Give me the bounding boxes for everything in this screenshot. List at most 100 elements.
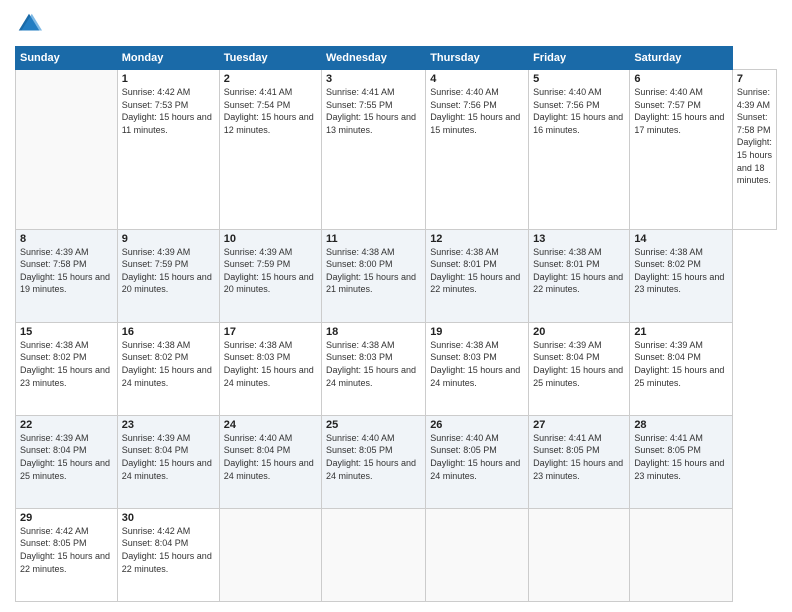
day-number: 22 [20,419,113,431]
col-header-thursday: Thursday [426,47,529,70]
day-info: Sunrise: 4:38 AMSunset: 8:01 PMDaylight:… [533,246,625,296]
day-number: 12 [430,233,524,245]
day-info: Sunrise: 4:39 AMSunset: 8:04 PMDaylight:… [634,339,728,389]
calendar-cell: 5 Sunrise: 4:40 AMSunset: 7:56 PMDayligh… [529,70,630,230]
day-number: 2 [224,73,317,85]
day-number: 6 [634,73,728,85]
day-number: 25 [326,419,421,431]
col-header-wednesday: Wednesday [321,47,425,70]
day-number: 9 [122,233,215,245]
calendar-cell: 13 Sunrise: 4:38 AMSunset: 8:01 PMDaylig… [529,229,630,322]
day-number: 21 [634,326,728,338]
calendar-cell: 8 Sunrise: 4:39 AMSunset: 7:58 PMDayligh… [16,229,118,322]
day-info: Sunrise: 4:39 AMSunset: 8:04 PMDaylight:… [20,432,113,482]
day-number: 4 [430,73,524,85]
day-info: Sunrise: 4:38 AMSunset: 8:03 PMDaylight:… [430,339,524,389]
col-header-saturday: Saturday [630,47,733,70]
empty-cell [16,70,118,230]
calendar-cell: 22 Sunrise: 4:39 AMSunset: 8:04 PMDaylig… [16,415,118,508]
calendar-cell: 20 Sunrise: 4:39 AMSunset: 8:04 PMDaylig… [529,322,630,415]
calendar-cell: 21 Sunrise: 4:39 AMSunset: 8:04 PMDaylig… [630,322,733,415]
calendar-cell: 16 Sunrise: 4:38 AMSunset: 8:02 PMDaylig… [117,322,219,415]
calendar-cell: 24 Sunrise: 4:40 AMSunset: 8:04 PMDaylig… [219,415,321,508]
day-info: Sunrise: 4:38 AMSunset: 8:02 PMDaylight:… [122,339,215,389]
day-info: Sunrise: 4:38 AMSunset: 8:00 PMDaylight:… [326,246,421,296]
day-info: Sunrise: 4:38 AMSunset: 8:03 PMDaylight:… [224,339,317,389]
day-info: Sunrise: 4:40 AMSunset: 8:05 PMDaylight:… [430,432,524,482]
calendar-cell: 11 Sunrise: 4:38 AMSunset: 8:00 PMDaylig… [321,229,425,322]
day-number: 1 [122,73,215,85]
calendar-cell: 14 Sunrise: 4:38 AMSunset: 8:02 PMDaylig… [630,229,733,322]
day-number: 17 [224,326,317,338]
calendar-table: SundayMondayTuesdayWednesdayThursdayFrid… [15,46,777,602]
day-info: Sunrise: 4:39 AMSunset: 7:59 PMDaylight:… [224,246,317,296]
day-info: Sunrise: 4:40 AMSunset: 7:57 PMDaylight:… [634,86,728,136]
col-header-tuesday: Tuesday [219,47,321,70]
calendar-cell: 9 Sunrise: 4:39 AMSunset: 7:59 PMDayligh… [117,229,219,322]
day-number: 10 [224,233,317,245]
day-number: 27 [533,419,625,431]
day-info: Sunrise: 4:42 AMSunset: 8:05 PMDaylight:… [20,525,113,575]
day-info: Sunrise: 4:40 AMSunset: 8:04 PMDaylight:… [224,432,317,482]
day-info: Sunrise: 4:38 AMSunset: 8:01 PMDaylight:… [430,246,524,296]
col-header-monday: Monday [117,47,219,70]
calendar-cell: 1 Sunrise: 4:42 AMSunset: 7:53 PMDayligh… [117,70,219,230]
col-header-friday: Friday [529,47,630,70]
calendar-cell: 18 Sunrise: 4:38 AMSunset: 8:03 PMDaylig… [321,322,425,415]
day-number: 13 [533,233,625,245]
calendar-cell: 17 Sunrise: 4:38 AMSunset: 8:03 PMDaylig… [219,322,321,415]
logo-icon [15,10,43,38]
calendar-cell: 29 Sunrise: 4:42 AMSunset: 8:05 PMDaylig… [16,508,118,601]
calendar-cell: 19 Sunrise: 4:38 AMSunset: 8:03 PMDaylig… [426,322,529,415]
header [15,10,777,38]
day-number: 3 [326,73,421,85]
calendar-cell [426,508,529,601]
calendar-cell [529,508,630,601]
day-info: Sunrise: 4:38 AMSunset: 8:02 PMDaylight:… [634,246,728,296]
day-info: Sunrise: 4:40 AMSunset: 7:56 PMDaylight:… [430,86,524,136]
day-number: 26 [430,419,524,431]
day-number: 14 [634,233,728,245]
day-info: Sunrise: 4:38 AMSunset: 8:02 PMDaylight:… [20,339,113,389]
day-info: Sunrise: 4:39 AMSunset: 8:04 PMDaylight:… [122,432,215,482]
calendar-cell: 23 Sunrise: 4:39 AMSunset: 8:04 PMDaylig… [117,415,219,508]
day-number: 16 [122,326,215,338]
logo [15,10,47,38]
day-info: Sunrise: 4:42 AMSunset: 7:53 PMDaylight:… [122,86,215,136]
calendar-cell: 27 Sunrise: 4:41 AMSunset: 8:05 PMDaylig… [529,415,630,508]
calendar-cell: 26 Sunrise: 4:40 AMSunset: 8:05 PMDaylig… [426,415,529,508]
calendar-cell: 12 Sunrise: 4:38 AMSunset: 8:01 PMDaylig… [426,229,529,322]
day-info: Sunrise: 4:39 AMSunset: 7:58 PMDaylight:… [20,246,113,296]
day-info: Sunrise: 4:38 AMSunset: 8:03 PMDaylight:… [326,339,421,389]
day-number: 19 [430,326,524,338]
day-number: 24 [224,419,317,431]
calendar-cell: 4 Sunrise: 4:40 AMSunset: 7:56 PMDayligh… [426,70,529,230]
day-number: 28 [634,419,728,431]
day-number: 11 [326,233,421,245]
day-info: Sunrise: 4:41 AMSunset: 8:05 PMDaylight:… [533,432,625,482]
day-number: 8 [20,233,113,245]
day-info: Sunrise: 4:42 AMSunset: 8:04 PMDaylight:… [122,525,215,575]
calendar-cell: 10 Sunrise: 4:39 AMSunset: 7:59 PMDaylig… [219,229,321,322]
calendar-cell: 28 Sunrise: 4:41 AMSunset: 8:05 PMDaylig… [630,415,733,508]
col-header-sunday: Sunday [16,47,118,70]
calendar-cell [219,508,321,601]
day-number: 30 [122,512,215,524]
day-info: Sunrise: 4:39 AMSunset: 7:58 PMDaylight:… [737,86,772,187]
calendar-cell: 3 Sunrise: 4:41 AMSunset: 7:55 PMDayligh… [321,70,425,230]
day-info: Sunrise: 4:40 AMSunset: 7:56 PMDaylight:… [533,86,625,136]
day-info: Sunrise: 4:40 AMSunset: 8:05 PMDaylight:… [326,432,421,482]
calendar-cell: 15 Sunrise: 4:38 AMSunset: 8:02 PMDaylig… [16,322,118,415]
calendar-cell: 7 Sunrise: 4:39 AMSunset: 7:58 PMDayligh… [732,70,776,230]
day-number: 15 [20,326,113,338]
day-info: Sunrise: 4:39 AMSunset: 8:04 PMDaylight:… [533,339,625,389]
day-info: Sunrise: 4:41 AMSunset: 7:54 PMDaylight:… [224,86,317,136]
day-info: Sunrise: 4:39 AMSunset: 7:59 PMDaylight:… [122,246,215,296]
day-info: Sunrise: 4:41 AMSunset: 8:05 PMDaylight:… [634,432,728,482]
day-number: 5 [533,73,625,85]
calendar-cell [321,508,425,601]
page: SundayMondayTuesdayWednesdayThursdayFrid… [0,0,792,612]
day-number: 18 [326,326,421,338]
calendar-cell: 2 Sunrise: 4:41 AMSunset: 7:54 PMDayligh… [219,70,321,230]
day-number: 29 [20,512,113,524]
